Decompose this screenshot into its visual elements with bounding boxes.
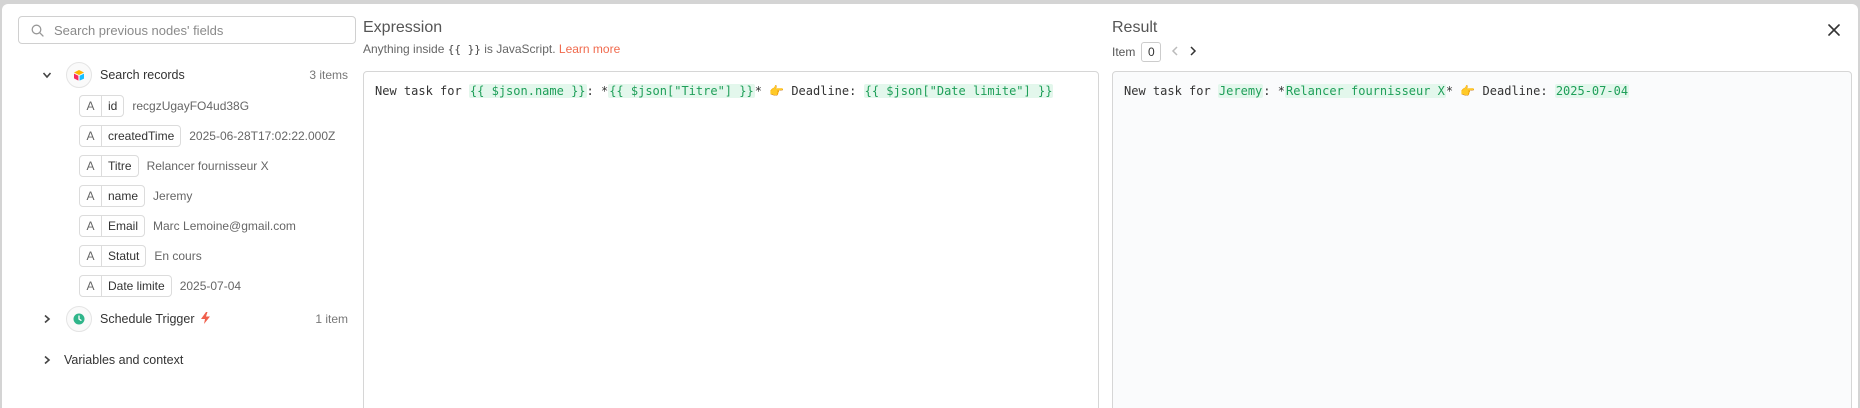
expression-editor[interactable]: New task for {{ $json.name }}: *{{ $json… [363, 71, 1099, 408]
expression-token: {{ $json["Date limite"] }} [863, 84, 1054, 98]
field-row-id[interactable]: A id recgzUgayFO4ud38G [79, 95, 249, 117]
node-item-count: 1 item [315, 312, 348, 326]
field-value: 2025-06-28T17:02:22.000Z [189, 129, 336, 143]
text-segment: * [754, 84, 770, 98]
text-segment: New task for [375, 84, 469, 98]
hint-prefix: Anything inside [363, 42, 445, 56]
field-pill[interactable]: A Email [79, 215, 146, 237]
pointing-hand-emoji: 👉 [1460, 84, 1476, 98]
field-pill[interactable]: A id [79, 95, 125, 117]
string-type-icon: A [80, 186, 102, 206]
field-row-titre[interactable]: A Titre Relancer fournisseur X [79, 155, 269, 177]
field-value: En cours [154, 249, 202, 263]
field-name: name [108, 189, 139, 203]
search-icon [31, 24, 44, 37]
node-schedule-trigger[interactable]: Schedule Trigger 1 item [40, 306, 348, 332]
hint-code: {{ }} [447, 43, 481, 56]
close-button[interactable] [1824, 20, 1844, 40]
resolved-value: 2025-07-04 [1554, 84, 1630, 98]
field-value: 2025-07-04 [179, 279, 242, 293]
chevron-right-icon [1190, 46, 1197, 56]
field-row-name[interactable]: A name Jeremy [79, 185, 192, 207]
string-type-icon: A [80, 156, 102, 176]
text-segment: Deadline: [1475, 84, 1555, 98]
search-field[interactable] [18, 16, 356, 44]
chevron-down-icon[interactable] [40, 70, 54, 80]
text-segment: New task for [1124, 84, 1218, 98]
search-input[interactable] [54, 22, 344, 38]
expression-editor-modal: Search records 3 items A id recgzUgayFO4… [2, 4, 1858, 408]
text-segment: : * [586, 84, 609, 98]
node-search-records[interactable]: Search records 3 items [40, 62, 348, 88]
node-label: Schedule Trigger [100, 312, 195, 326]
node-item-count: 3 items [309, 68, 348, 82]
chevron-right-icon[interactable] [40, 355, 54, 365]
field-name: Titre [108, 159, 132, 173]
text-segment: * [1445, 84, 1461, 98]
previous-item-button[interactable] [1171, 45, 1179, 59]
field-pill[interactable]: A Statut [79, 245, 147, 267]
string-type-icon: A [80, 276, 102, 296]
string-type-icon: A [80, 246, 102, 266]
string-type-icon: A [80, 126, 102, 146]
node-label: Search records [100, 68, 185, 82]
item-label: Item [1112, 45, 1136, 59]
bolt-icon [200, 311, 210, 327]
field-name: Date limite [108, 279, 165, 293]
field-name: id [108, 99, 118, 113]
string-type-icon: A [80, 96, 102, 116]
result-title: Result [1112, 19, 1158, 36]
field-row-statut[interactable]: A Statut En cours [79, 245, 202, 267]
learn-more-link[interactable]: Learn more [559, 42, 620, 56]
airtable-icon [66, 62, 92, 88]
resolved-value: Jeremy [1217, 84, 1264, 98]
field-pill[interactable]: A name [79, 185, 146, 207]
hint-suffix: is JavaScript. [484, 42, 556, 56]
next-item-button[interactable] [1189, 45, 1197, 59]
expression-title: Expression [363, 19, 443, 36]
string-type-icon: A [80, 216, 102, 236]
field-value: Marc Lemoine@gmail.com [153, 219, 296, 233]
expression-token: {{ $json.name }} [468, 84, 587, 98]
field-row-createdtime[interactable]: A createdTime 2025-06-28T17:02:22.000Z [79, 125, 335, 147]
expression-token: {{ $json["Titre"] }} [608, 84, 755, 98]
result-preview: New task for Jeremy: *Relancer fournisse… [1112, 71, 1852, 408]
text-segment: Deadline: [784, 84, 864, 98]
field-pill[interactable]: A createdTime [79, 125, 182, 147]
close-icon [1828, 24, 1840, 36]
field-pill[interactable]: A Date limite [79, 275, 172, 297]
text-segment: : * [1263, 84, 1285, 98]
field-pill[interactable]: A Titre [79, 155, 139, 177]
pointing-hand-emoji: 👉 [769, 84, 785, 98]
variables-and-context[interactable]: Variables and context [40, 349, 183, 371]
field-value: recgzUgayFO4ud38G [132, 99, 250, 113]
field-name: createdTime [108, 129, 175, 143]
expression-hint: Anything inside {{ }} is JavaScript. Lea… [363, 42, 620, 56]
chevron-left-icon [1172, 46, 1178, 56]
item-selector: Item 0 [1112, 42, 1197, 62]
field-row-email[interactable]: A Email Marc Lemoine@gmail.com [79, 215, 296, 237]
field-value: Relancer fournisseur X [146, 159, 269, 173]
field-name: Email [108, 219, 139, 233]
field-value: Jeremy [153, 189, 193, 203]
field-name: Statut [108, 249, 140, 263]
item-index-input[interactable]: 0 [1141, 42, 1162, 62]
input-panel: Search records 3 items A id recgzUgayFO4… [2, 4, 358, 408]
field-row-date-limite[interactable]: A Date limite 2025-07-04 [79, 275, 241, 297]
clock-icon [66, 306, 92, 332]
chevron-right-icon[interactable] [40, 314, 54, 324]
resolved-value: Relancer fournisseur X [1284, 84, 1446, 98]
variables-label: Variables and context [64, 353, 184, 367]
